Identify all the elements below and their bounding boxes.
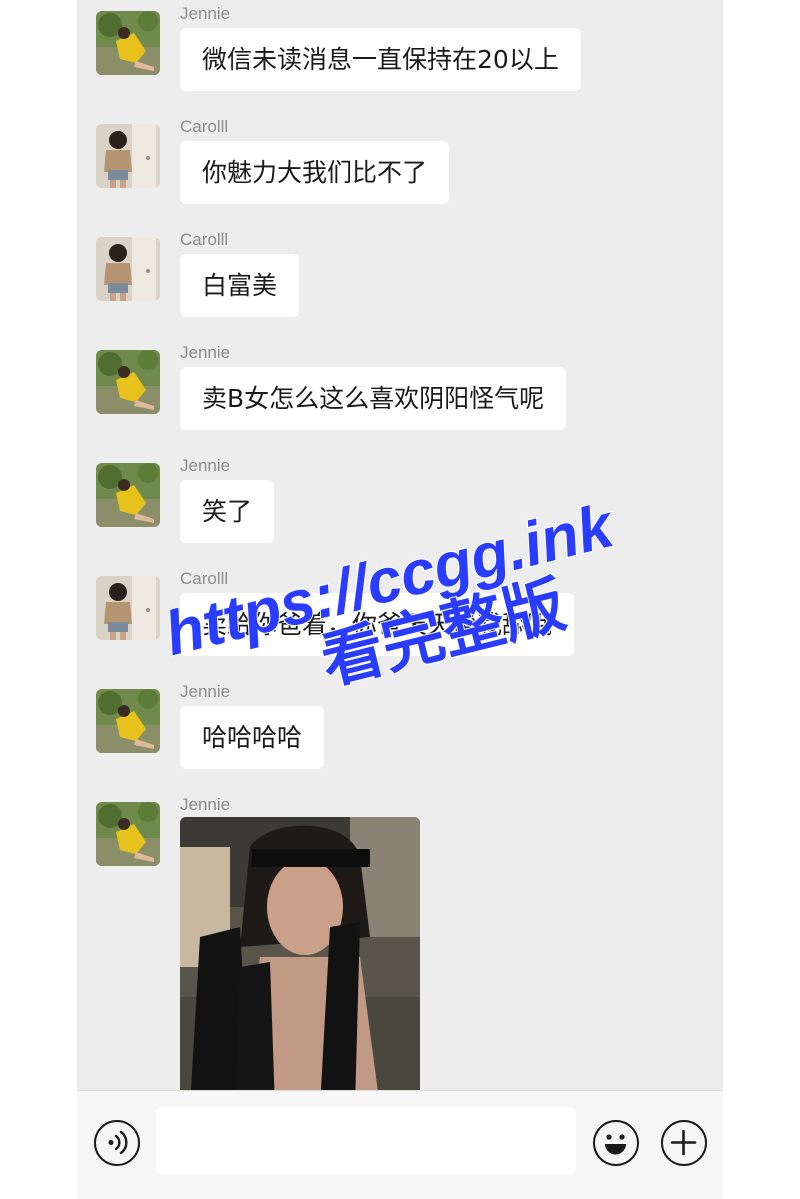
plus-button[interactable] <box>661 1120 707 1166</box>
jennie-avatar[interactable] <box>96 350 160 414</box>
message-bubble[interactable]: 哈哈哈哈 <box>180 706 325 769</box>
sender-name: Jennie <box>180 456 231 475</box>
emoji-icon <box>605 1134 626 1155</box>
chat-screen: Jennie 微信未读消息一直保持在20以上 Carolll 你魅力大我们比不了 <box>77 0 723 1199</box>
plus-icon <box>670 1129 697 1156</box>
sender-name: Jennie <box>180 4 231 23</box>
jennie-avatar[interactable] <box>96 11 160 75</box>
message-input[interactable] <box>156 1107 576 1175</box>
message-bubble[interactable]: 卖给你爸着，你爸天天帮我舔哦 <box>180 593 575 656</box>
sender-name: Carolll <box>180 117 229 136</box>
message-bubble[interactable]: 白富美 <box>180 254 300 317</box>
message-bubble[interactable]: 微信未读消息一直保持在20以上 <box>180 28 581 91</box>
sender-name: Carolll <box>180 230 229 249</box>
jennie-avatar[interactable] <box>96 802 160 866</box>
sender-name: Jennie <box>180 343 231 362</box>
jennie-avatar[interactable] <box>96 463 160 527</box>
input-bar <box>77 1090 723 1199</box>
sender-name: Jennie <box>180 795 231 814</box>
message-bubble[interactable]: 你魅力大我们比不了 <box>180 141 450 204</box>
sender-name: Carolll <box>180 569 229 588</box>
photo-message[interactable] <box>180 817 420 1090</box>
message-bubble[interactable]: 卖B女怎么这么喜欢阴阳怪气呢 <box>180 367 567 430</box>
sender-name: Jennie <box>180 682 231 701</box>
voice-icon <box>108 1130 128 1155</box>
carolll-avatar[interactable] <box>96 237 160 301</box>
carolll-avatar[interactable] <box>96 124 160 188</box>
emoji-button[interactable] <box>593 1120 639 1166</box>
jennie-avatar[interactable] <box>96 689 160 753</box>
voice-button[interactable] <box>94 1120 140 1166</box>
carolll-avatar[interactable] <box>96 576 160 640</box>
message-bubble[interactable]: 笑了 <box>180 480 275 543</box>
message-list[interactable]: Jennie 微信未读消息一直保持在20以上 Carolll 你魅力大我们比不了 <box>77 0 723 1090</box>
